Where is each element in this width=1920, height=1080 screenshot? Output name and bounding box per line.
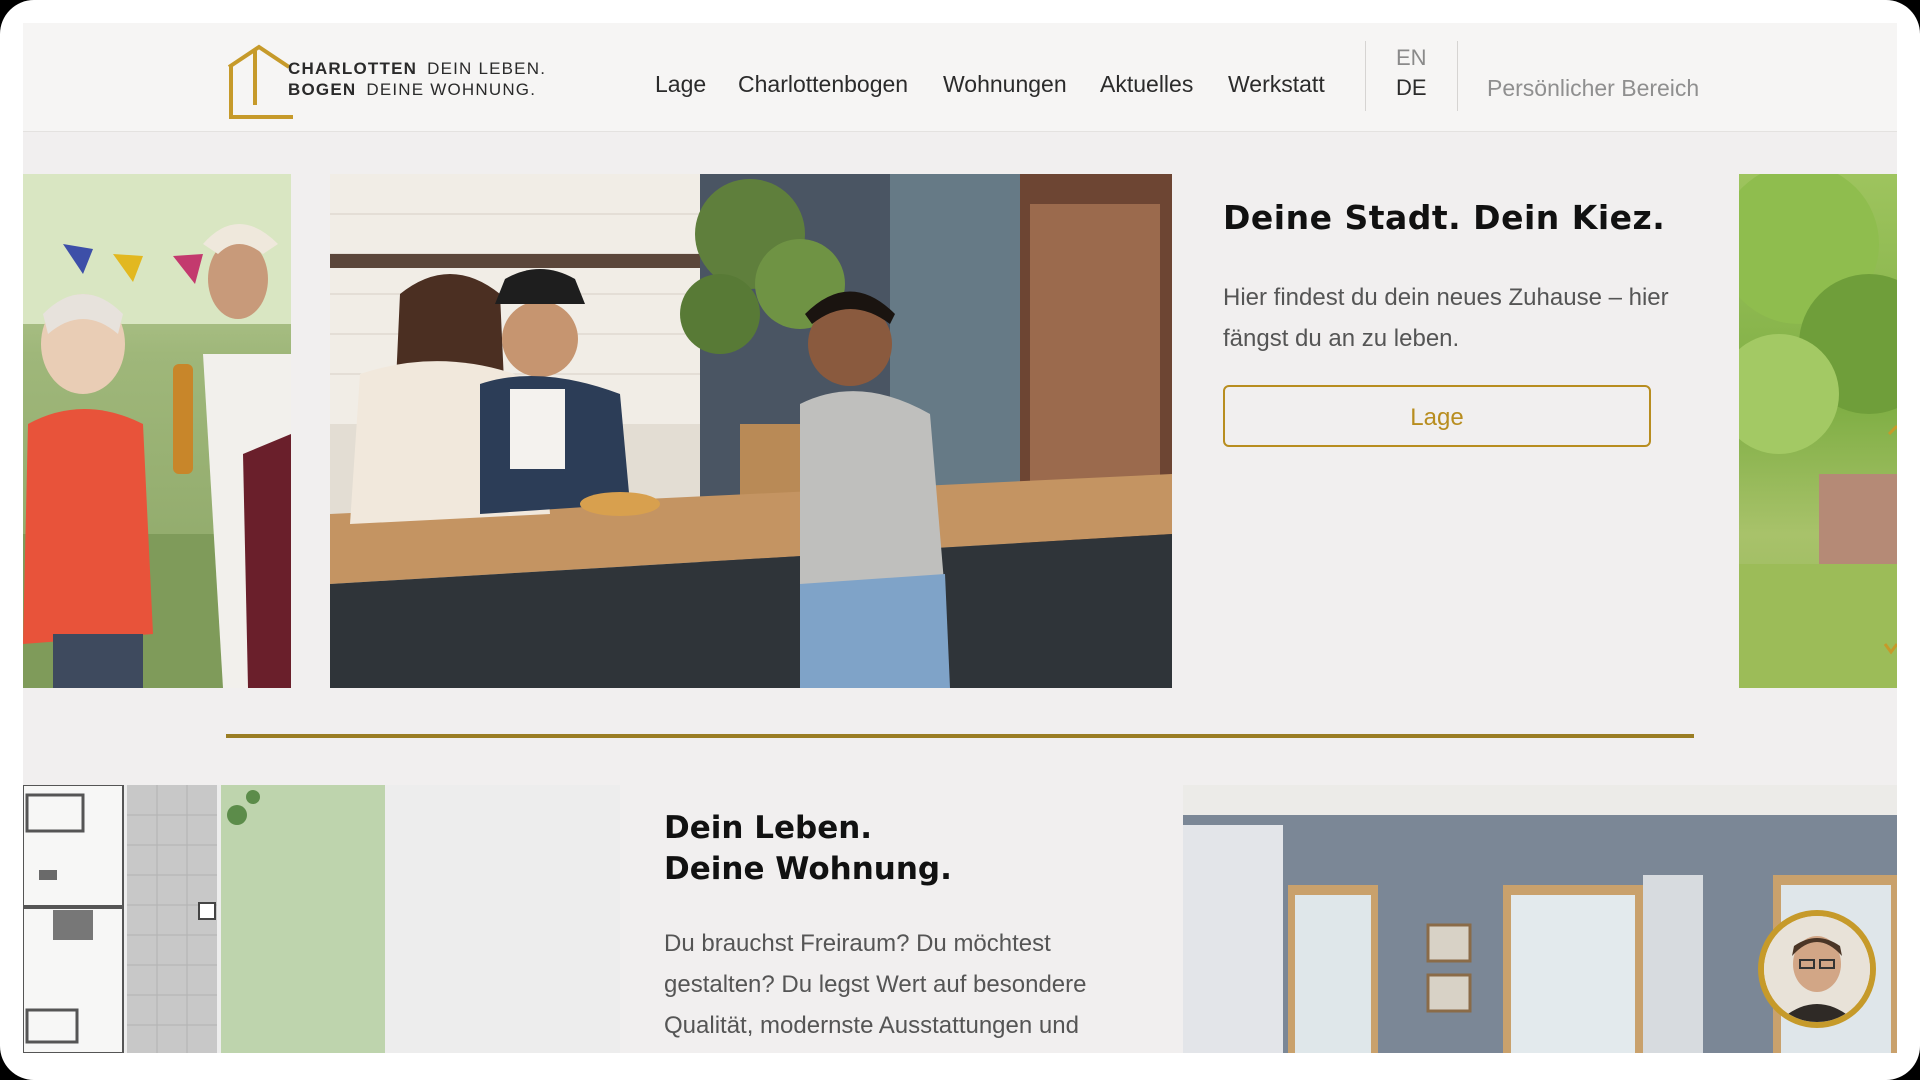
brand-logo[interactable]: CHARLOTTEN DEIN LEBEN. BOGEN DEINE WOHNUNG… [225, 25, 565, 121]
contact-avatar[interactable] [1758, 910, 1876, 1028]
floor-plan-image [23, 785, 620, 1053]
personal-area-link[interactable]: Persönlicher Bereich [1487, 75, 1699, 102]
slide-image-party [23, 174, 291, 688]
slide-title: Deine Stadt. Dein Kiez. [1223, 198, 1666, 237]
slide-text: Deine Stadt. Dein Kiez. Hier findest du … [1223, 198, 1703, 359]
logo-tagline-1: DEIN LEBEN. [427, 59, 547, 78]
slide-body: Hier findest du dein neues Zuhause – hie… [1223, 284, 1669, 352]
section-divider [226, 734, 1694, 738]
slide-image-park [1739, 174, 1897, 688]
section2-title-line2: Deine Wohnung. [664, 851, 952, 887]
nav-item-charlottenbogen[interactable]: Charlottenbogen [738, 71, 908, 98]
person-avatar-icon [1764, 916, 1870, 1022]
logo-name-1: CHARLOTTEN [288, 59, 418, 78]
nav-divider [1457, 41, 1458, 111]
section2-title: Dein Leben. Deine Wohnung. [664, 808, 1144, 890]
nav-divider [1365, 41, 1366, 111]
browser-frame: CHARLOTTEN DEIN LEBEN. BOGEN DEINE WOHNUNG… [0, 0, 1920, 1080]
nav-item-lage[interactable]: Lage [655, 71, 706, 98]
logo-name-2: BOGEN [288, 80, 357, 99]
lage-button[interactable]: Lage [1223, 385, 1651, 447]
site-header: CHARLOTTEN DEIN LEBEN. BOGEN DEINE WOHNUNG… [23, 23, 1897, 132]
page-viewport: CHARLOTTEN DEIN LEBEN. BOGEN DEINE WOHNUNG… [23, 23, 1897, 1053]
section2-text: Dein Leben. Deine Wohnung. Du brauchst F… [664, 808, 1144, 1046]
logo-text-line1: CHARLOTTEN DEIN LEBEN. [288, 59, 546, 79]
section2-body: Du brauchst Freiraum? Du möchtest gestal… [664, 930, 1087, 1039]
language-de[interactable]: DE [1396, 75, 1427, 101]
nav-item-wohnungen[interactable]: Wohnungen [943, 71, 1067, 98]
language-en[interactable]: EN [1396, 45, 1427, 71]
nav-item-aktuelles[interactable]: Aktuelles [1100, 71, 1193, 98]
house-logo-icon [227, 44, 293, 119]
logo-tagline-2: DEINE WOHNUNG. [366, 80, 537, 99]
logo-text-line2: BOGEN DEINE WOHNUNG. [288, 80, 536, 100]
section2-title-line1: Dein Leben. [664, 810, 873, 846]
slide-image-cafe [330, 174, 1172, 688]
nav-item-werkstatt[interactable]: Werkstatt [1228, 71, 1325, 98]
